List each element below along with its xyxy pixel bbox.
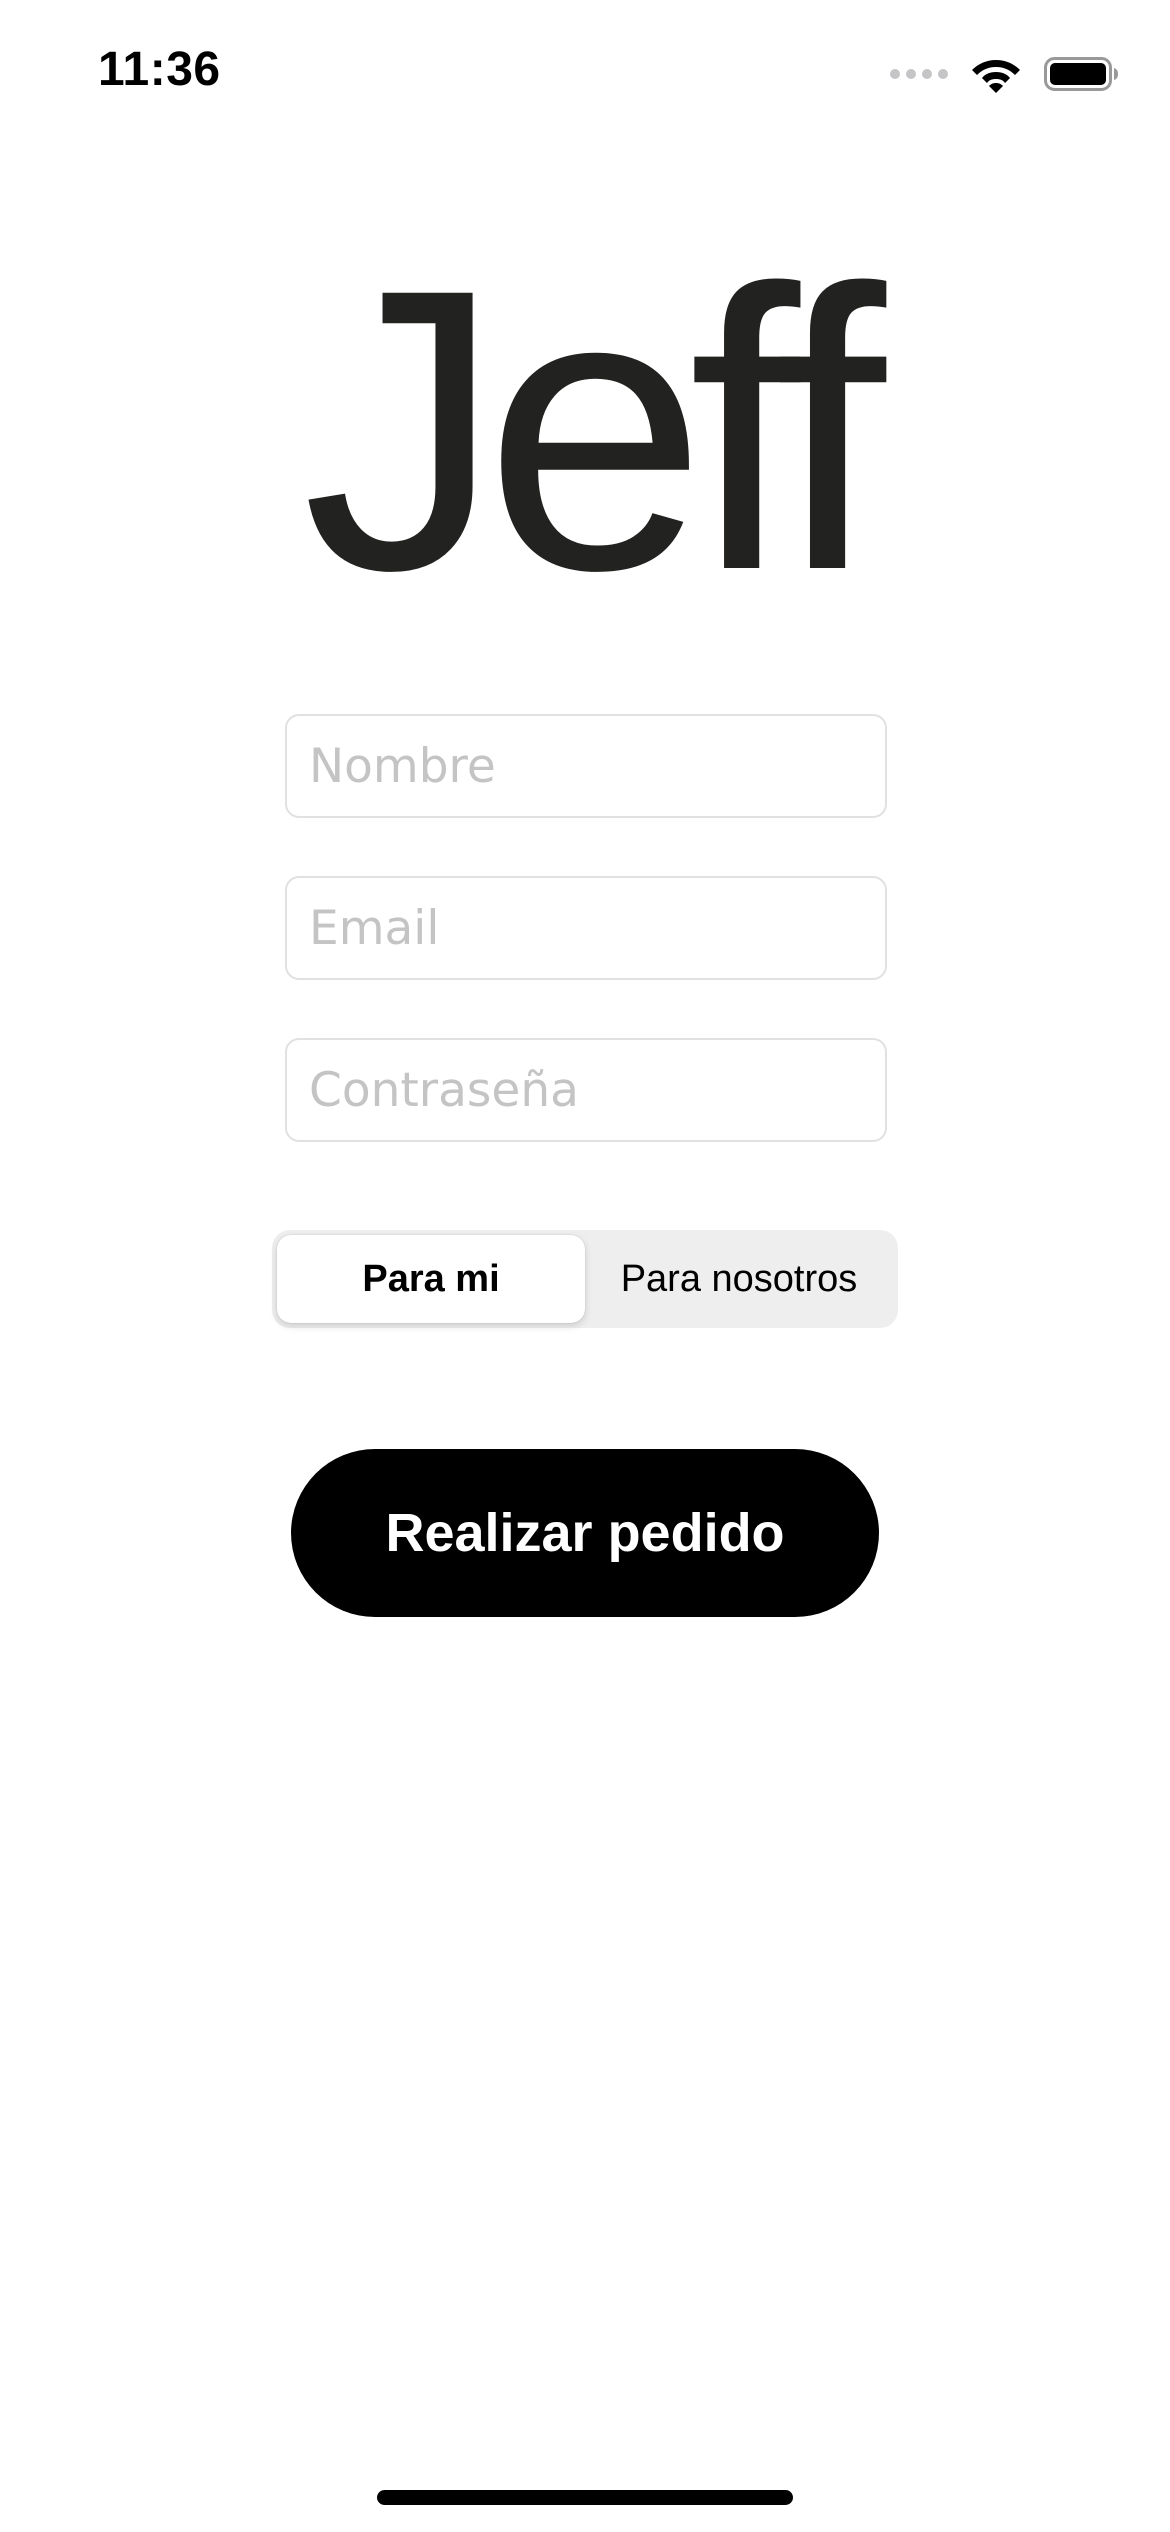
cellular-signal-icon bbox=[890, 69, 948, 79]
logo-text: Jeff bbox=[302, 230, 887, 600]
order-screen: 11:36 Jeff Nombre Email Para mi Para nos… bbox=[0, 0, 1170, 2532]
email-input[interactable] bbox=[309, 900, 885, 956]
jeff-wordmark: Jeff bbox=[302, 230, 905, 600]
password-input[interactable] bbox=[309, 1062, 885, 1118]
battery-icon bbox=[1044, 57, 1118, 91]
name-field[interactable] bbox=[285, 714, 887, 818]
status-bar: 11:36 bbox=[0, 0, 1170, 150]
segment-para-mi[interactable]: Para mi bbox=[277, 1235, 585, 1323]
home-indicator[interactable] bbox=[377, 2490, 793, 2505]
logo: Jeff bbox=[0, 230, 1170, 600]
wifi-icon bbox=[972, 60, 1020, 93]
name-input[interactable] bbox=[309, 738, 885, 794]
segment-para-nosotros[interactable]: Para nosotros bbox=[585, 1235, 893, 1323]
password-field[interactable] bbox=[285, 1038, 887, 1142]
recipient-segmented-control: Para mi Para nosotros bbox=[272, 1230, 898, 1328]
email-field[interactable] bbox=[285, 876, 887, 980]
place-order-button[interactable]: Realizar pedido bbox=[291, 1449, 879, 1617]
status-icons bbox=[890, 52, 1120, 96]
status-time: 11:36 bbox=[98, 43, 221, 96]
